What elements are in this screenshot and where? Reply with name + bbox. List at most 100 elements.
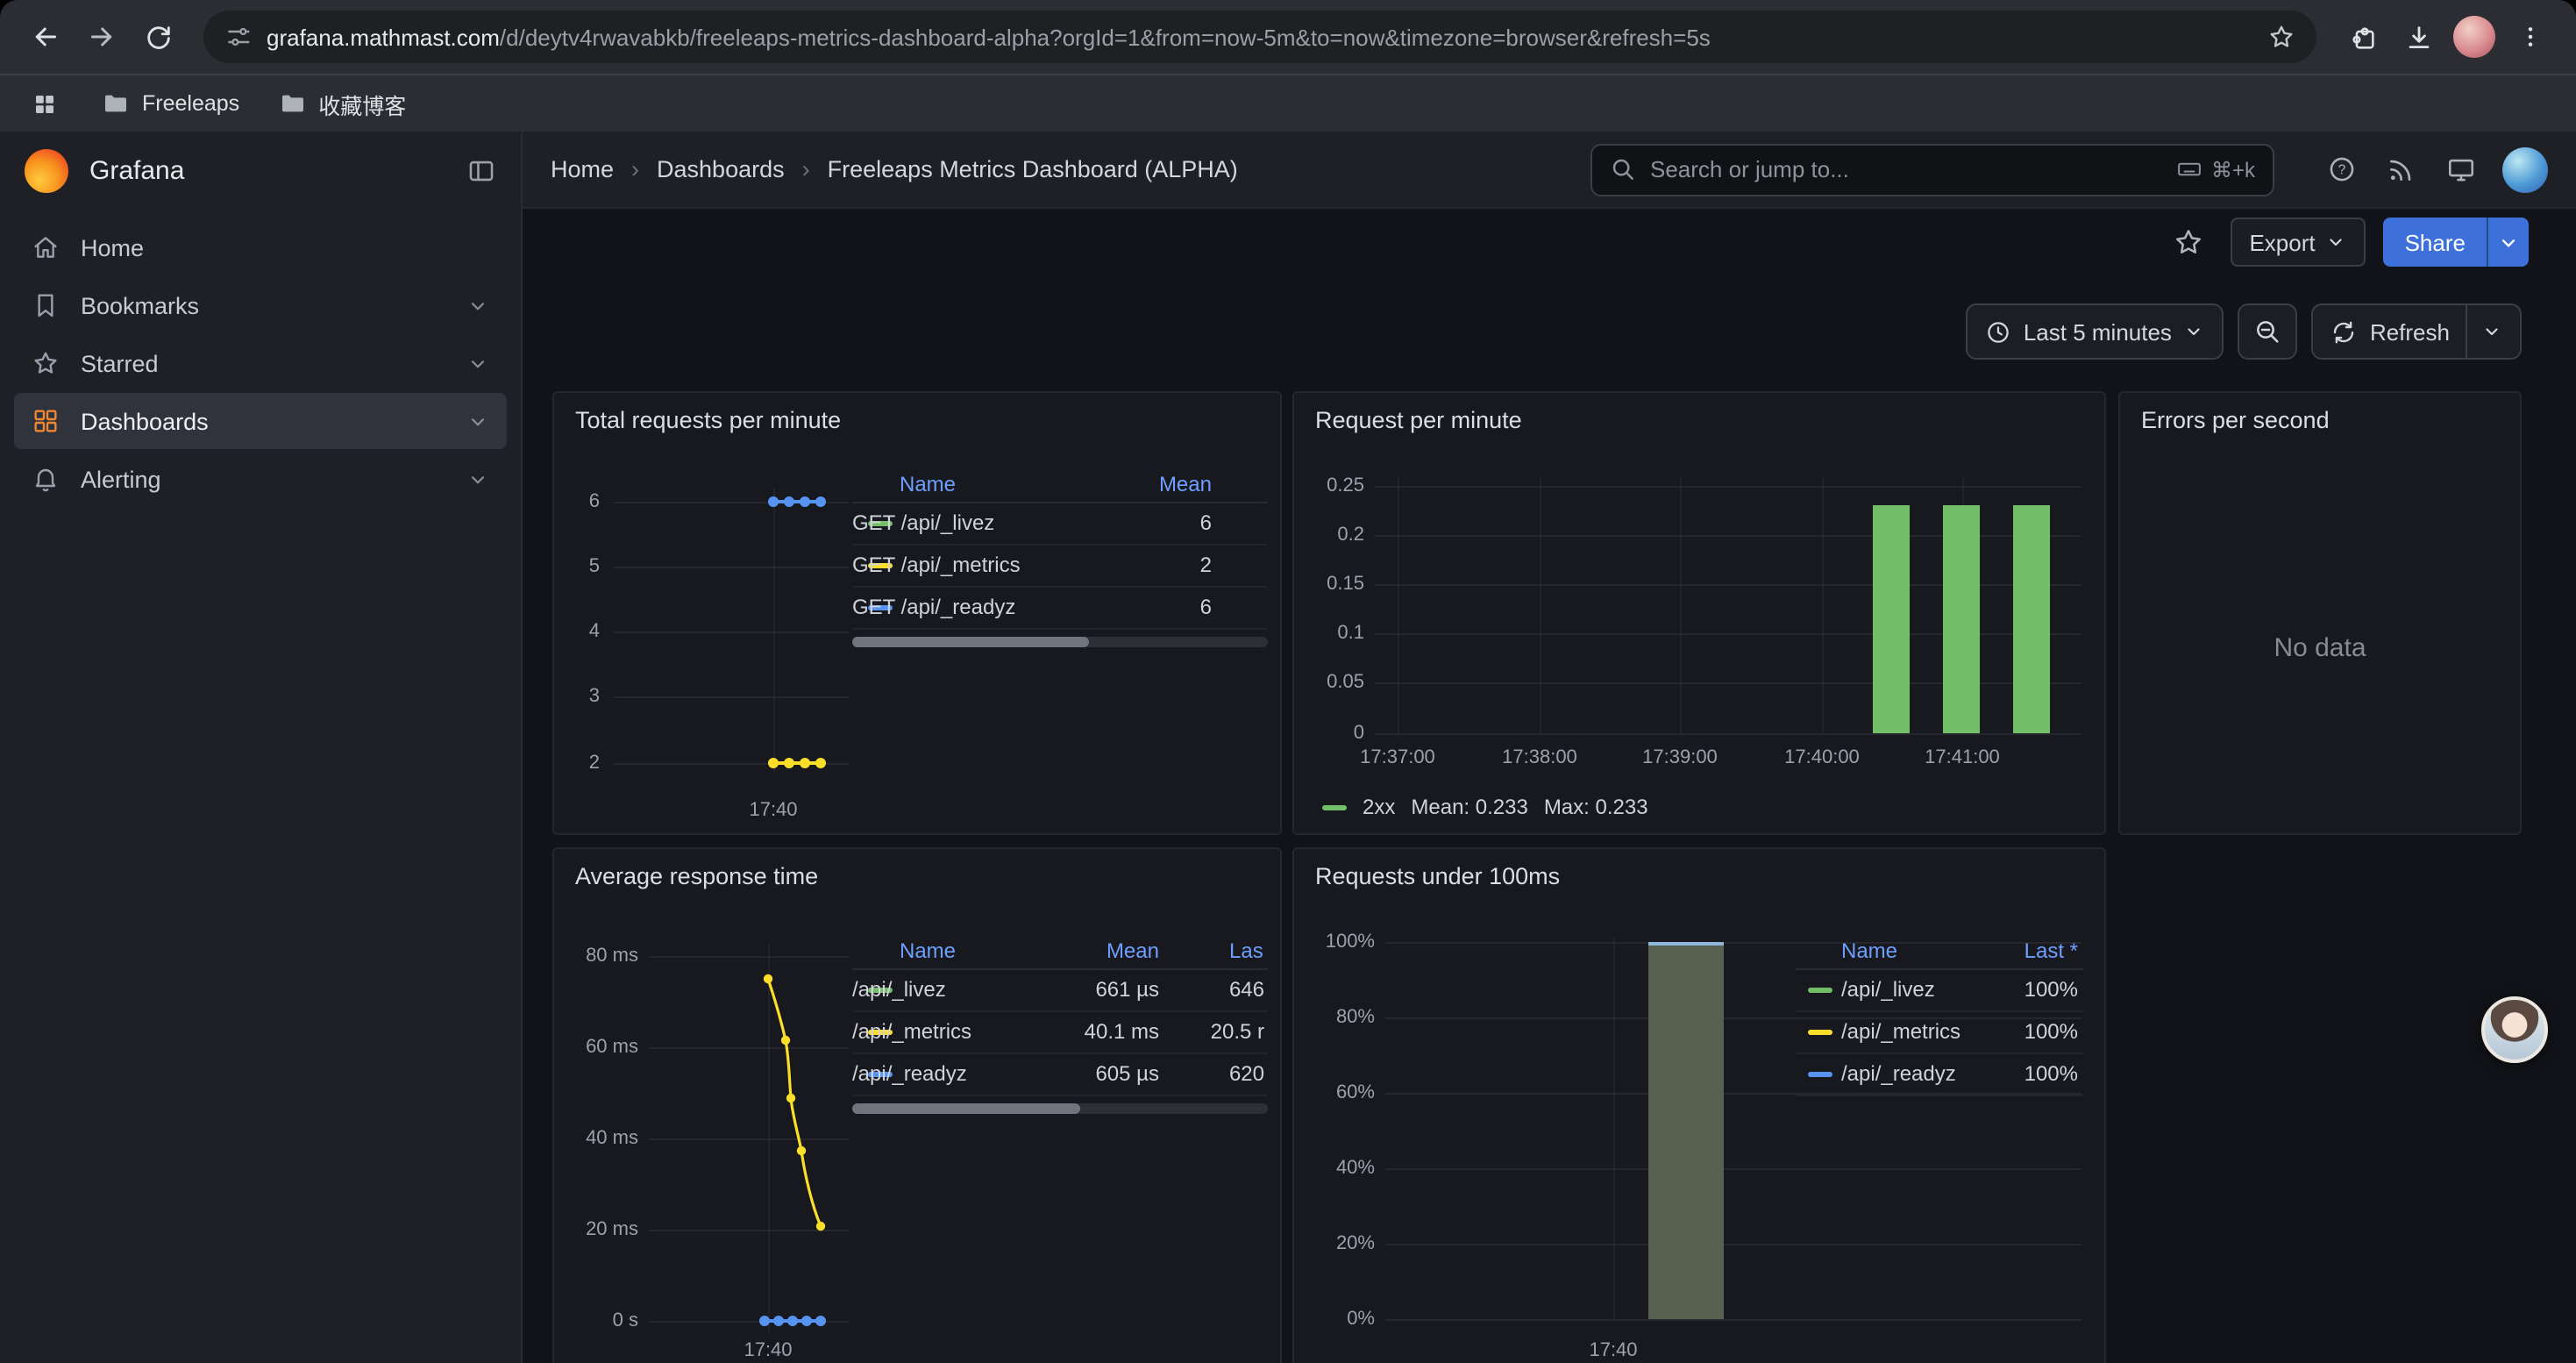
panel-title[interactable]: Errors per second: [2141, 407, 2330, 433]
back-icon[interactable]: [21, 12, 70, 61]
browser-menu-icon[interactable]: [2506, 12, 2555, 61]
bookmark-item[interactable]: 收藏博客: [278, 87, 406, 120]
zoom-out-icon[interactable]: [2238, 303, 2298, 360]
panel-average-response-time: Average response time 80 ms 60 ms 40 ms …: [552, 847, 1282, 1363]
legend-inline[interactable]: 2xx Mean: 0.233 Max: 0.233: [1322, 795, 1648, 819]
breadcrumb-home[interactable]: Home: [551, 156, 614, 182]
reload-icon[interactable]: [133, 12, 182, 61]
legend-scrollbar-thumb[interactable]: [852, 1103, 1080, 1114]
url-text: grafana.mathmast.com/d/deytv4rwavabkb/fr…: [267, 24, 2246, 50]
bookmark-item[interactable]: Freeleaps: [102, 89, 239, 118]
time-range-picker[interactable]: Last 5 minutes: [1966, 303, 2224, 360]
downloads-icon[interactable]: [2394, 12, 2443, 61]
legend-row[interactable]: GET /api/_readyz 6: [852, 588, 1268, 630]
help-icon[interactable]: ?: [2316, 145, 2366, 194]
legend-header: Name Mean: [852, 467, 1268, 503]
grafana-sidebar: Grafana Home Bookmarks Starred: [0, 132, 523, 1363]
grid-line: [1375, 733, 2081, 735]
share-button[interactable]: Share: [2384, 218, 2487, 267]
panel-title[interactable]: Total requests per minute: [575, 407, 841, 433]
y-tick: 0: [1294, 723, 1364, 744]
legend-header-name[interactable]: Name: [900, 472, 956, 496]
legend-row[interactable]: /api/_metrics 40.1 ms 20.5 r: [852, 1012, 1268, 1054]
sidebar-item-alerting[interactable]: Alerting: [14, 451, 507, 507]
panel-title[interactable]: Request per minute: [1315, 407, 1522, 433]
chevron-down-icon: [466, 352, 489, 375]
search-box[interactable]: ⌘+k: [1590, 143, 2274, 196]
legend-header-last[interactable]: Las: [1229, 938, 1263, 963]
legend-header-name[interactable]: Name: [900, 938, 956, 963]
legend-header-last[interactable]: Last *: [2025, 938, 2078, 963]
collapse-sidebar-icon[interactable]: [466, 155, 496, 185]
monitor-icon[interactable]: [2436, 145, 2485, 194]
folder-icon: [278, 89, 306, 118]
apps-grid-icon[interactable]: [25, 84, 63, 123]
user-avatar[interactable]: [2495, 146, 2548, 192]
dashboard-toolbar: Export Share: [523, 209, 2576, 275]
panel-title[interactable]: Average response time: [575, 863, 818, 889]
series-dot: [787, 1316, 798, 1326]
bar-2xx: [1873, 505, 1910, 733]
rss-icon[interactable]: [2376, 145, 2425, 194]
dashboard-canvas: Last 5 minutes Refresh Total requests pe…: [523, 275, 2576, 1363]
chevron-down-icon: [466, 294, 489, 317]
bookmarks-bar: Freeleaps 收藏博客: [0, 74, 2576, 132]
legend-row[interactable]: /api/_readyz 100%: [1796, 1054, 2083, 1096]
sidebar-item-home[interactable]: Home: [14, 219, 507, 275]
bookmark-star-icon[interactable]: [2260, 16, 2302, 58]
y-tick: 80 ms: [554, 946, 638, 967]
export-button[interactable]: Export: [2230, 218, 2366, 267]
grid-line: [614, 632, 849, 633]
breadcrumb-current: Freeleaps Metrics Dashboard (ALPHA): [828, 156, 1238, 182]
panel-title[interactable]: Requests under 100ms: [1315, 863, 1560, 889]
legend-header: Name Mean Las: [852, 933, 1268, 970]
legend-header-mean[interactable]: Mean: [1107, 938, 1159, 963]
y-tick: 2: [554, 753, 600, 774]
legend-row[interactable]: GET /api/_livez 6: [852, 503, 1268, 546]
refresh-interval-caret[interactable]: [2466, 305, 2502, 358]
keyboard-icon: [2176, 156, 2202, 182]
legend-row[interactable]: /api/_metrics 100%: [1796, 1012, 2083, 1054]
grafana-logo[interactable]: [25, 148, 68, 192]
sidebar-item-bookmarks[interactable]: Bookmarks: [14, 277, 507, 333]
legend-scrollbar-thumb[interactable]: [852, 637, 1089, 647]
assistant-avatar[interactable]: [2481, 996, 2548, 1063]
refresh-icon: [2331, 318, 2358, 345]
legend-table: Name Mean Las /api/_livez 661 µs 646: [852, 933, 1268, 1096]
extensions-icon[interactable]: [2338, 12, 2387, 61]
bar-2xx: [2013, 505, 2050, 733]
brand-row: Grafana: [0, 132, 521, 209]
breadcrumb-separator: ›: [631, 156, 639, 182]
y-tick: 4: [554, 621, 600, 642]
legend-series-label: 2xx: [1363, 795, 1395, 819]
sidebar-item-dashboards[interactable]: Dashboards: [14, 393, 507, 449]
panel-request-per-minute: Request per minute 0.25 0.2 0.15 0.1 0.0…: [1292, 391, 2106, 835]
search-input[interactable]: [1650, 156, 2162, 182]
panel-errors-per-second: Errors per second No data: [2118, 391, 2522, 835]
legend-row[interactable]: /api/_readyz 605 µs 620: [852, 1054, 1268, 1096]
legend-row[interactable]: /api/_livez 661 µs 646: [852, 970, 1268, 1012]
forward-icon[interactable]: [77, 12, 126, 61]
share-caret-icon[interactable]: [2487, 218, 2529, 267]
legend-header-mean[interactable]: Mean: [1159, 472, 1212, 496]
series-swatch: [1808, 988, 1832, 993]
grid-line: [1540, 477, 1541, 733]
refresh-button[interactable]: Refresh: [2312, 303, 2522, 360]
breadcrumb-dashboards[interactable]: Dashboards: [657, 156, 785, 182]
legend-row[interactable]: GET /api/_metrics 2: [852, 546, 1268, 588]
dashboards-icon: [32, 407, 60, 435]
profile-avatar[interactable]: [2450, 12, 2499, 61]
favorite-star-icon[interactable]: [2163, 218, 2212, 267]
x-tick: 17:40: [1561, 1340, 1666, 1361]
site-settings-icon[interactable]: [224, 23, 253, 51]
series-swatch: [1808, 1072, 1832, 1077]
grid-line: [614, 696, 849, 698]
legend-header-name[interactable]: Name: [1841, 938, 1897, 963]
y-tick: 0.15: [1294, 574, 1364, 595]
share-split-button: Share: [2384, 218, 2529, 267]
sidebar-item-starred[interactable]: Starred: [14, 335, 507, 391]
legend-row[interactable]: /api/_livez 100%: [1796, 970, 2083, 1012]
y-tick: 5: [554, 556, 600, 577]
x-tick: 17:41:00: [1906, 747, 2018, 768]
address-bar[interactable]: grafana.mathmast.com/d/deytv4rwavabkb/fr…: [203, 11, 2316, 63]
